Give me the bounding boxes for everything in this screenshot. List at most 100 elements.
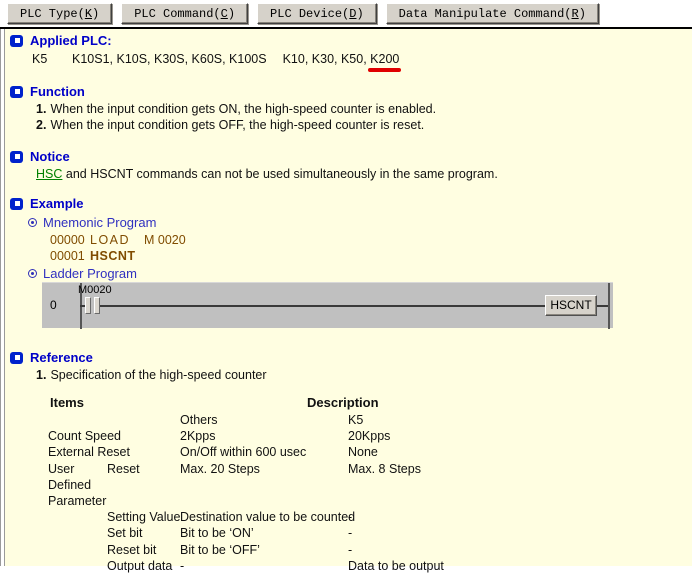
table-cell: [107, 412, 180, 428]
data-manipulate-command-button[interactable]: Data Manipulate Command(R): [386, 3, 599, 24]
plc-device-button[interactable]: PLC Device(D): [257, 3, 377, 24]
table-cell: Defined: [48, 477, 107, 493]
ladder-program-subheader: Ladder Program: [28, 266, 692, 281]
table-cell: External Reset: [48, 444, 107, 460]
table-cell: [180, 477, 348, 493]
table-cell: Bit to be ‘OFF’: [180, 542, 348, 558]
table-cell: [107, 493, 180, 509]
items-header: Items: [50, 395, 84, 410]
table-row: Parameter: [48, 493, 692, 509]
left-edge-border: [0, 29, 5, 566]
notice-body: and HSCNT commands can not be used simul…: [62, 167, 497, 181]
button-label: ): [356, 7, 363, 21]
table-cell: [348, 493, 692, 509]
plc-command-button[interactable]: PLC Command(C): [121, 3, 248, 24]
ladder-diagram: 0 M0020 HSCNT: [42, 282, 613, 328]
plc-group: K10S1, K10S, K30S, K60S, K100S: [72, 52, 267, 66]
plc-group: K5: [32, 52, 72, 66]
description-header: Description: [307, 395, 379, 410]
step-number: 00001: [50, 248, 90, 264]
table-cell: Destination value to be counted: [180, 509, 348, 525]
section-title: Example: [30, 196, 83, 211]
table-cell: [180, 493, 348, 509]
opcode: HSCNT: [90, 248, 144, 264]
table-row: Setting ValueDestination value to be cou…: [48, 509, 692, 525]
plc-k200-text: K200: [370, 52, 399, 66]
table-cell: Max. 20 Steps: [180, 461, 348, 477]
plc-group: K10, K30, K50, K200: [283, 52, 400, 66]
book-icon: [10, 151, 23, 163]
table-cell: [48, 525, 107, 541]
subsection-title: Ladder Program: [43, 266, 137, 281]
mnemonic-key: K: [85, 7, 92, 21]
section-example: Example: [10, 196, 692, 211]
table-row: OthersK5: [48, 412, 692, 428]
table-cell: -: [180, 558, 348, 574]
table-cell: Reset bit: [107, 542, 180, 558]
hsc-link[interactable]: HSC: [36, 167, 62, 181]
table-cell: [48, 412, 107, 428]
table-cell: Setting Value: [107, 509, 180, 525]
button-label: ): [228, 7, 235, 21]
table-row: Output data-Data to be output: [48, 558, 692, 574]
reference-item: 1.Specification of the high-speed counte…: [36, 367, 692, 383]
item-number: 1.: [36, 368, 46, 382]
operand: M 0020: [144, 233, 186, 247]
table-cell: [107, 444, 180, 460]
table-cell: [48, 558, 107, 574]
item-text: When the input condition gets OFF, the h…: [50, 118, 424, 132]
table-cell: [107, 428, 180, 444]
section-title: Applied PLC:: [30, 33, 112, 48]
toolbar: PLC Type(K) PLC Command(C) PLC Device(D)…: [0, 0, 692, 29]
mnemonic-program-subheader: Mnemonic Program: [28, 215, 692, 230]
contact-symbol: [85, 297, 91, 314]
table-cell: -: [348, 542, 692, 558]
plc-type-button[interactable]: PLC Type(K): [7, 3, 112, 24]
table-cell: 20Kpps: [348, 428, 692, 444]
table-cell: [348, 477, 692, 493]
table-cell: User: [48, 461, 107, 477]
item-number: 2.: [36, 118, 46, 132]
help-content-panel: Applied PLC: K5K10S1, K10S, K30S, K60S, …: [0, 29, 692, 566]
table-cell: [107, 477, 180, 493]
table-cell: Bit to be ‘ON’: [180, 525, 348, 541]
table-cell: 2Kpps: [180, 428, 348, 444]
table-cell: Count Speed: [48, 428, 107, 444]
ladder-wire: [99, 305, 610, 307]
table-cell: -: [348, 525, 692, 541]
table-cell: Output data: [107, 558, 180, 574]
mnemonic-key: C: [221, 7, 228, 21]
button-label: PLC Command(: [134, 7, 220, 21]
item-number: 1.: [36, 102, 46, 116]
table-cell: Reset: [107, 461, 180, 477]
table-cell: [48, 542, 107, 558]
table-row: External Reset On/Off within 600 usecNone: [48, 444, 692, 460]
table-row: Defined: [48, 477, 692, 493]
table-header-row: Items Description: [48, 395, 692, 412]
specification-table: Items Description OthersK5 Count Speed 2K…: [48, 395, 692, 574]
function-item: 1.When the input condition gets ON, the …: [36, 101, 692, 117]
section-title: Function: [30, 84, 85, 99]
table-cell: [48, 509, 107, 525]
table-row: Count Speed 2Kpps20Kpps: [48, 428, 692, 444]
contact-label: M0020: [78, 284, 112, 296]
table-cell: K5: [348, 412, 692, 428]
table-cell: None: [348, 444, 692, 460]
button-label: ): [92, 7, 99, 21]
ladder-row-number: 0: [50, 298, 57, 312]
mnemonic-code-line: 00001HSCNT: [50, 248, 692, 264]
section-function: Function: [10, 84, 692, 99]
book-icon: [10, 352, 23, 364]
red-underline-mark: [368, 68, 401, 72]
book-icon: [10, 35, 23, 47]
ring-icon: [28, 269, 37, 278]
table-row: Set bitBit to be ‘ON’-: [48, 525, 692, 541]
table-cell: On/Off within 600 usec: [180, 444, 348, 460]
button-label: Data Manipulate Command(: [399, 7, 572, 21]
mnemonic-key: R: [572, 7, 579, 21]
table-cell: Max. 8 Steps: [348, 461, 692, 477]
table-cell: Data to be output: [348, 558, 692, 574]
button-label: PLC Device(: [270, 7, 349, 21]
contact-symbol: [94, 297, 100, 314]
table-cell: Set bit: [107, 525, 180, 541]
